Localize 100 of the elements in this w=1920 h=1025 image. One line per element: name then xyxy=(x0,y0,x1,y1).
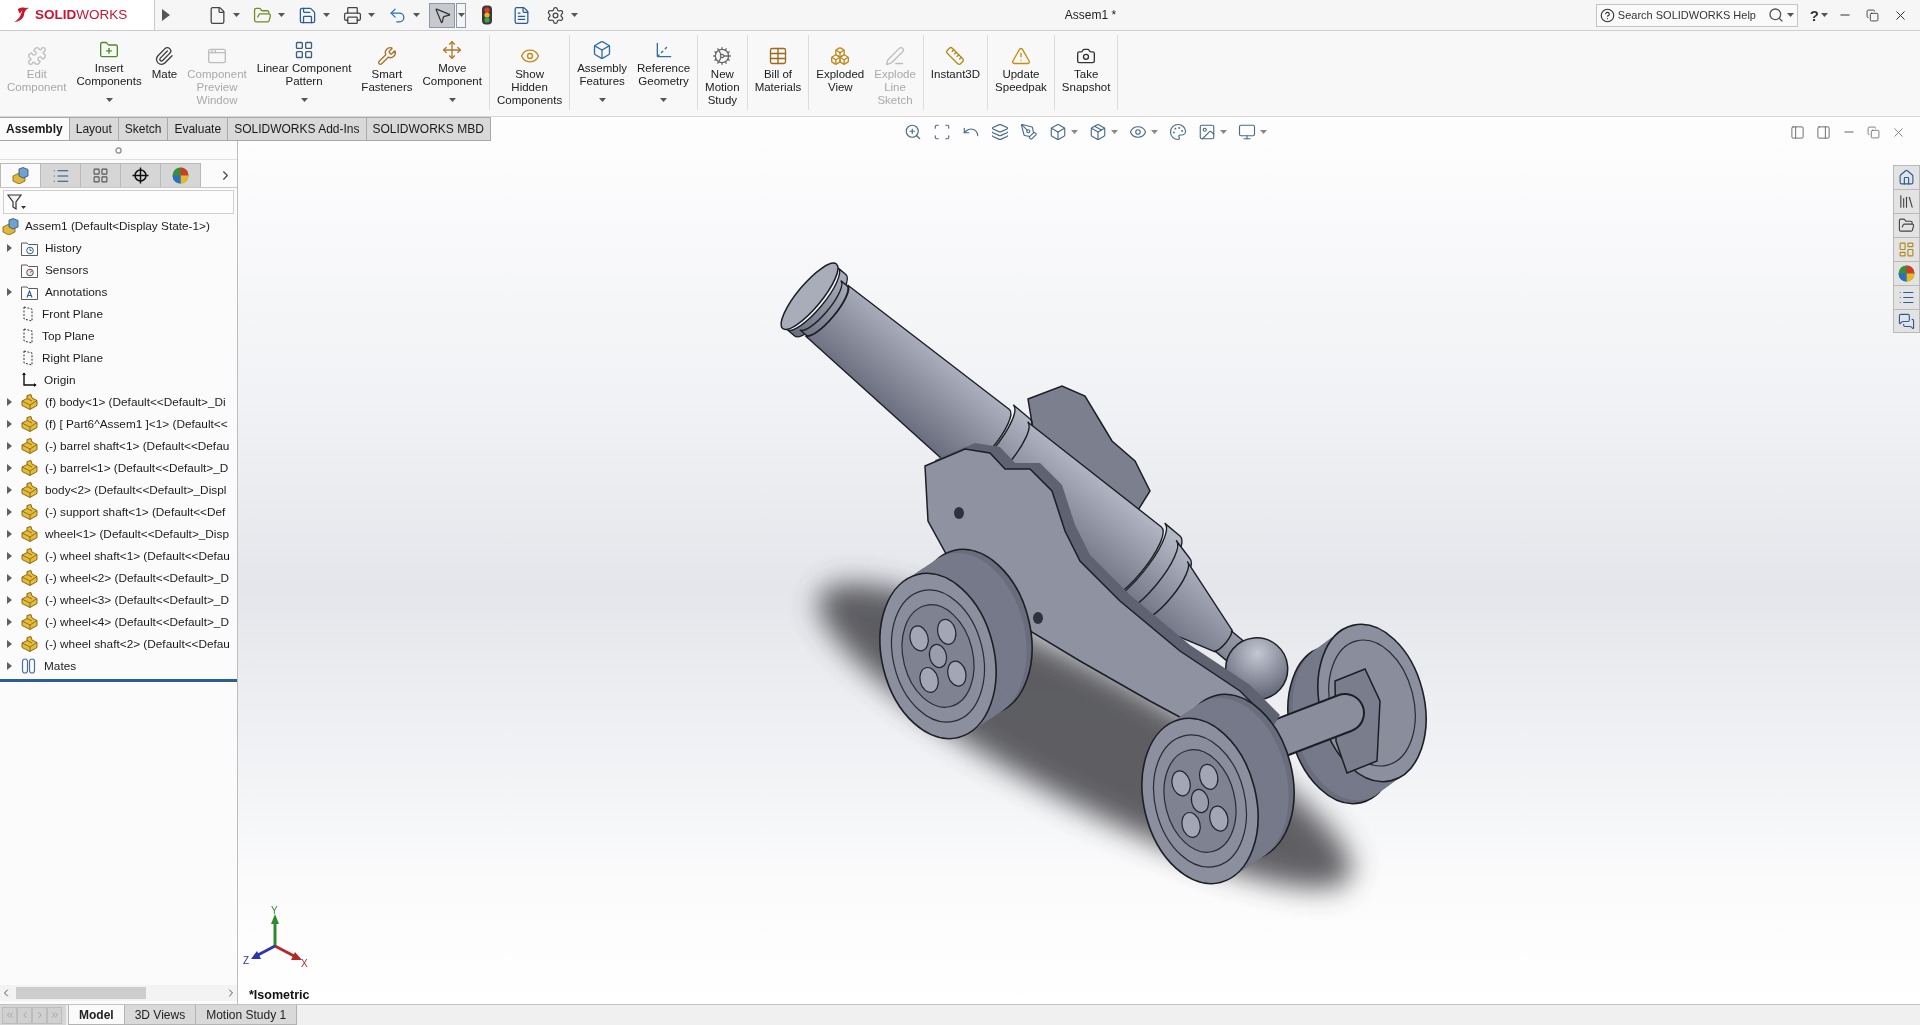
tile-left-icon[interactable] xyxy=(1790,124,1805,140)
tree-item[interactable]: Sensors xyxy=(45,263,89,277)
ribbon-button[interactable]: Exploded View xyxy=(811,31,870,116)
expand-arrow-icon[interactable] xyxy=(6,618,12,626)
zoom-icon[interactable] xyxy=(903,123,922,141)
layers-icon[interactable] xyxy=(990,123,1009,141)
expand-arrow-icon[interactable] xyxy=(6,640,12,648)
scan-frame-icon[interactable] xyxy=(932,123,951,141)
caret-icon[interactable] xyxy=(1786,13,1794,17)
tree-item[interactable]: History xyxy=(45,241,82,255)
tree-item[interactable]: (-) support shaft<1> (Default<<Def xyxy=(45,505,226,519)
tree-item[interactable]: Front Plane xyxy=(42,307,103,321)
task-pane-tab[interactable] xyxy=(1893,309,1920,333)
expand-arrow-icon[interactable] xyxy=(6,508,12,516)
expand-menu-arrow-icon[interactable] xyxy=(162,9,170,21)
expand-arrow-icon[interactable] xyxy=(6,398,12,406)
tree-item[interactable]: (-) barrel<1> (Default<<Default>_D xyxy=(45,461,229,475)
ribbon-button[interactable]: Update Speedpak xyxy=(990,31,1052,116)
task-pane-tab[interactable] xyxy=(1893,165,1920,189)
search-box[interactable]: Search SOLIDWORKS Help xyxy=(1595,3,1798,27)
cube-icon[interactable] xyxy=(1048,123,1067,141)
expand-arrow-icon[interactable] xyxy=(6,420,12,428)
caret-icon[interactable] xyxy=(570,13,578,17)
tree-item[interactable]: wheel<1> (Default<<Default>_Disp xyxy=(45,527,229,541)
caret-icon[interactable] xyxy=(660,98,668,102)
ribbon-button[interactable]: Show Hidden Components xyxy=(491,31,568,116)
caret-icon[interactable] xyxy=(232,13,240,17)
expand-arrow-icon[interactable] xyxy=(6,596,12,604)
expand-arrow-icon[interactable] xyxy=(6,662,12,670)
tree-item[interactable]: Right Plane xyxy=(42,351,103,365)
expand-arrow-icon[interactable] xyxy=(6,530,12,538)
task-pane-tab[interactable] xyxy=(1893,261,1920,285)
tree-item[interactable]: Origin xyxy=(44,373,76,387)
task-pane-tab[interactable] xyxy=(1893,213,1920,237)
tree-item[interactable]: (-) wheel shaft<1> (Default<<Defau xyxy=(45,549,230,563)
caret-icon[interactable] xyxy=(1219,130,1227,134)
tree-item[interactable]: (f) [ Part6^Assem1 ]<1> (Default<< xyxy=(45,417,228,431)
help-menu-button[interactable]: ? xyxy=(1807,6,1821,24)
tree-item[interactable]: Assem1 (Default<Display State-1>) xyxy=(25,219,210,233)
tree-item[interactable]: body<2> (Default<<Default>_Displ xyxy=(45,483,227,497)
caret-icon[interactable] xyxy=(412,13,420,17)
tree-item[interactable]: Annotations xyxy=(45,285,108,299)
box-icon[interactable] xyxy=(1088,123,1107,141)
ring-icon[interactable] xyxy=(115,146,122,154)
tree-item[interactable]: (f) body<1> (Default<<Default>_Di xyxy=(45,395,226,409)
caret-icon[interactable] xyxy=(300,98,308,102)
ribbon-button[interactable]: Bill of Materials xyxy=(749,31,807,116)
tree-item[interactable]: (-) barrel shaft<1> (Default<<Defau xyxy=(45,439,230,453)
ribbon-tab[interactable]: Layout xyxy=(69,117,119,140)
pen-nib-icon[interactable] xyxy=(1019,123,1038,141)
ribbon-button[interactable]: Linear Component Pattern xyxy=(251,31,357,116)
caret-icon[interactable] xyxy=(1150,130,1158,134)
tree-item[interactable]: Top Plane xyxy=(42,329,95,343)
tile-right-icon[interactable] xyxy=(1816,124,1831,140)
caret-icon[interactable] xyxy=(367,13,375,17)
panel-tab[interactable] xyxy=(120,163,161,187)
eye-icon[interactable] xyxy=(1128,123,1147,141)
ribbon-tab[interactable]: SOLIDWORKS MBD xyxy=(366,117,491,140)
caret-icon[interactable] xyxy=(277,13,285,17)
caret-icon[interactable] xyxy=(457,13,465,17)
monitor-icon[interactable] xyxy=(1237,123,1256,141)
image-icon[interactable] xyxy=(1197,123,1216,141)
ribbon-button[interactable]: New Motion Study xyxy=(700,31,745,116)
task-pane-tab[interactable] xyxy=(1893,285,1920,309)
expand-arrow-icon[interactable] xyxy=(6,464,12,472)
caret-icon[interactable] xyxy=(598,98,606,102)
ribbon-button[interactable]: Smart Fasteners xyxy=(356,31,418,116)
search-icon[interactable] xyxy=(1767,7,1784,23)
palette-icon[interactable] xyxy=(1168,123,1187,141)
ribbon-button[interactable]: Instant3D xyxy=(925,31,986,116)
restore-icon[interactable] xyxy=(1867,125,1880,139)
bottom-tab[interactable]: 3D Views xyxy=(123,1005,197,1025)
ribbon-button[interactable]: Mate xyxy=(146,31,183,116)
expand-arrow-icon[interactable] xyxy=(6,288,12,296)
ribbon-button[interactable]: Take Snapshot xyxy=(1056,31,1116,116)
ribbon-button[interactable]: Reference Geometry xyxy=(632,31,696,116)
ribbon-tab[interactable]: Evaluate xyxy=(168,117,229,140)
caret-icon[interactable] xyxy=(1070,130,1078,134)
caret-icon[interactable] xyxy=(1259,130,1267,134)
expand-arrow-icon[interactable] xyxy=(6,244,12,252)
ribbon-button[interactable]: Assembly Features xyxy=(572,31,633,116)
bottom-tab[interactable]: Model xyxy=(68,1005,125,1025)
expand-arrow-icon[interactable] xyxy=(6,552,12,560)
caret-icon[interactable] xyxy=(1110,130,1118,134)
bottom-tab[interactable]: Motion Study 1 xyxy=(195,1005,298,1025)
caret-icon[interactable] xyxy=(322,13,330,17)
filter-field[interactable] xyxy=(3,190,234,214)
tree-item[interactable]: (-) wheel<4> (Default<<Default>_D xyxy=(45,615,229,629)
ribbon-tab[interactable]: Assembly xyxy=(0,117,70,140)
ribbon-tab[interactable]: SOLIDWORKS Add-Ins xyxy=(228,117,367,140)
caret-icon[interactable] xyxy=(105,98,113,102)
toolbar-button[interactable] xyxy=(429,2,455,28)
tree-item[interactable]: (-) wheel shaft<2> (Default<<Defau xyxy=(45,637,230,651)
ribbon-button[interactable]: Move Component xyxy=(417,31,487,116)
tree-item[interactable]: Mates xyxy=(44,659,77,673)
task-pane-tab[interactable] xyxy=(1893,189,1920,213)
expand-arrow-icon[interactable] xyxy=(6,486,12,494)
tree-item[interactable]: (-) wheel<2> (Default<<Default>_D xyxy=(45,571,229,585)
restore-icon[interactable] xyxy=(1866,8,1879,22)
search-field[interactable]: Search SOLIDWORKS Help xyxy=(1617,9,1765,21)
